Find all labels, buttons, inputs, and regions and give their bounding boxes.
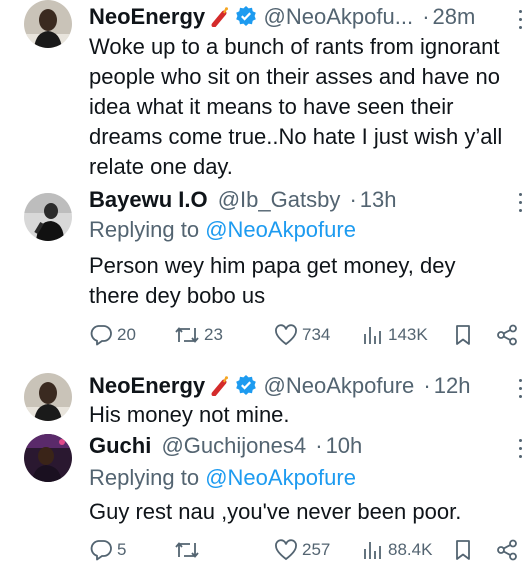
tweet-neoenergy-2[interactable]: NeoEnergy @NeoAkpofure · 12h His money no…	[0, 365, 529, 430]
share-button[interactable]	[495, 322, 519, 348]
tweet-text-line: dreams come true..No hate I just wish y’…	[89, 124, 503, 149]
tweet-text-line: people who sit on their asses and have n…	[89, 64, 500, 89]
firecracker-emoji-icon	[211, 7, 229, 33]
firecracker-emoji-icon	[211, 376, 229, 402]
tweet-text-line: Person wey him papa get money, dey	[89, 253, 456, 278]
reply-button[interactable]: 5	[89, 537, 126, 563]
reply-button[interactable]: 20	[89, 322, 136, 348]
more-options-icon[interactable]	[517, 379, 523, 401]
retweet-button[interactable]	[174, 537, 204, 563]
verified-badge-icon	[235, 5, 257, 33]
separator-dot: ·	[349, 187, 357, 212]
tweet-text-line: there dey bobo us	[89, 283, 266, 308]
like-button[interactable]: 734	[274, 322, 330, 348]
views-button[interactable]: 88.4K	[362, 537, 432, 563]
tweet-text-line: Woke up to a bunch of rants from ignoran…	[89, 34, 500, 59]
tweet-text-line: Guy rest nau ,you've never been poor.	[89, 499, 462, 524]
share-button[interactable]	[495, 537, 519, 563]
author-name[interactable]: NeoEnergy	[89, 373, 205, 398]
author-handle[interactable]: @NeoAkpofu...	[264, 4, 414, 29]
view-count: 143K	[388, 325, 428, 344]
share-icon	[497, 539, 517, 561]
tweet-bayewu[interactable]: Bayewu I.O @Ib_Gatsby · 13h Replying to @…	[0, 185, 529, 365]
tweet-time[interactable]: 28m	[433, 4, 476, 29]
author-handle[interactable]: @NeoAkpofure	[264, 373, 415, 398]
heart-icon	[275, 324, 297, 346]
bookmark-button[interactable]	[453, 537, 473, 563]
reply-count: 5	[117, 540, 127, 559]
views-chart-icon	[364, 327, 381, 344]
separator-dot: ·	[422, 4, 430, 29]
views-button[interactable]: 143K	[362, 322, 428, 348]
verified-badge-icon	[235, 374, 257, 402]
avatar-neoenergy[interactable]	[24, 0, 72, 48]
separator-dot: ·	[423, 373, 431, 398]
avatar-bayewu[interactable]	[24, 193, 72, 241]
replying-to: Replying to @NeoAkpofure	[89, 465, 356, 491]
more-options-icon[interactable]	[517, 10, 523, 32]
retweet-count: 23	[204, 325, 223, 344]
author-name[interactable]: Guchi	[89, 433, 151, 458]
tweet-header: Guchi @Guchijones4 · 10h	[89, 433, 362, 459]
like-button[interactable]: 257	[274, 537, 330, 563]
like-count: 257	[302, 540, 331, 559]
replying-to-handle[interactable]: @NeoAkpofure	[205, 217, 356, 242]
view-count: 88.4K	[388, 540, 433, 559]
tweet-header: Bayewu I.O @Ib_Gatsby · 13h	[89, 187, 397, 213]
tweet-neoenergy-1[interactable]: NeoEnergy @NeoAkpofu... · 28m Woke up to …	[0, 0, 529, 185]
heart-icon	[275, 539, 297, 561]
tweet-time[interactable]: 10h	[326, 433, 363, 458]
reply-icon	[90, 325, 112, 346]
like-count: 734	[302, 325, 331, 344]
author-handle[interactable]: @Guchijones4	[161, 433, 306, 458]
replying-to-handle[interactable]: @NeoAkpofure	[205, 465, 356, 490]
bookmark-icon	[456, 325, 470, 345]
tweet-text-line: relate one day.	[89, 154, 233, 179]
reply-count: 20	[117, 325, 136, 344]
tweet-guchi[interactable]: Guchi @Guchijones4 · 10h Replying to @Neo…	[0, 430, 529, 569]
tweet-actions: 20 23 734 143K	[89, 322, 525, 348]
retweet-icon	[175, 542, 199, 558]
retweet-icon	[175, 327, 199, 343]
tweet-text-line: idea what it means to have seen their	[89, 94, 454, 119]
share-icon	[497, 324, 517, 346]
more-options-icon[interactable]	[517, 193, 523, 215]
avatar-guchi[interactable]	[24, 434, 72, 482]
tweet-time[interactable]: 13h	[360, 187, 397, 212]
tweet-actions: 5 257 88.4K	[89, 537, 525, 563]
replying-label: Replying to	[89, 465, 200, 490]
author-handle[interactable]: @Ib_Gatsby	[218, 187, 341, 212]
bookmark-button[interactable]	[453, 322, 473, 348]
tweet-header: NeoEnergy @NeoAkpofure · 12h	[89, 373, 470, 402]
views-chart-icon	[364, 542, 381, 559]
author-name[interactable]: NeoEnergy	[89, 4, 205, 29]
more-options-icon[interactable]	[517, 439, 523, 461]
replying-label: Replying to	[89, 217, 200, 242]
avatar-neoenergy[interactable]	[24, 373, 72, 421]
separator-dot: ·	[315, 433, 323, 458]
tweet-header: NeoEnergy @NeoAkpofu... · 28m	[89, 4, 475, 33]
reply-icon	[90, 540, 112, 561]
replying-to: Replying to @NeoAkpofure	[89, 217, 356, 243]
bookmark-icon	[456, 540, 470, 560]
tweet-text-line: His money not mine.	[89, 402, 290, 427]
author-name[interactable]: Bayewu I.O	[89, 187, 208, 212]
tweet-time[interactable]: 12h	[434, 373, 471, 398]
retweet-button[interactable]: 23	[174, 322, 223, 348]
